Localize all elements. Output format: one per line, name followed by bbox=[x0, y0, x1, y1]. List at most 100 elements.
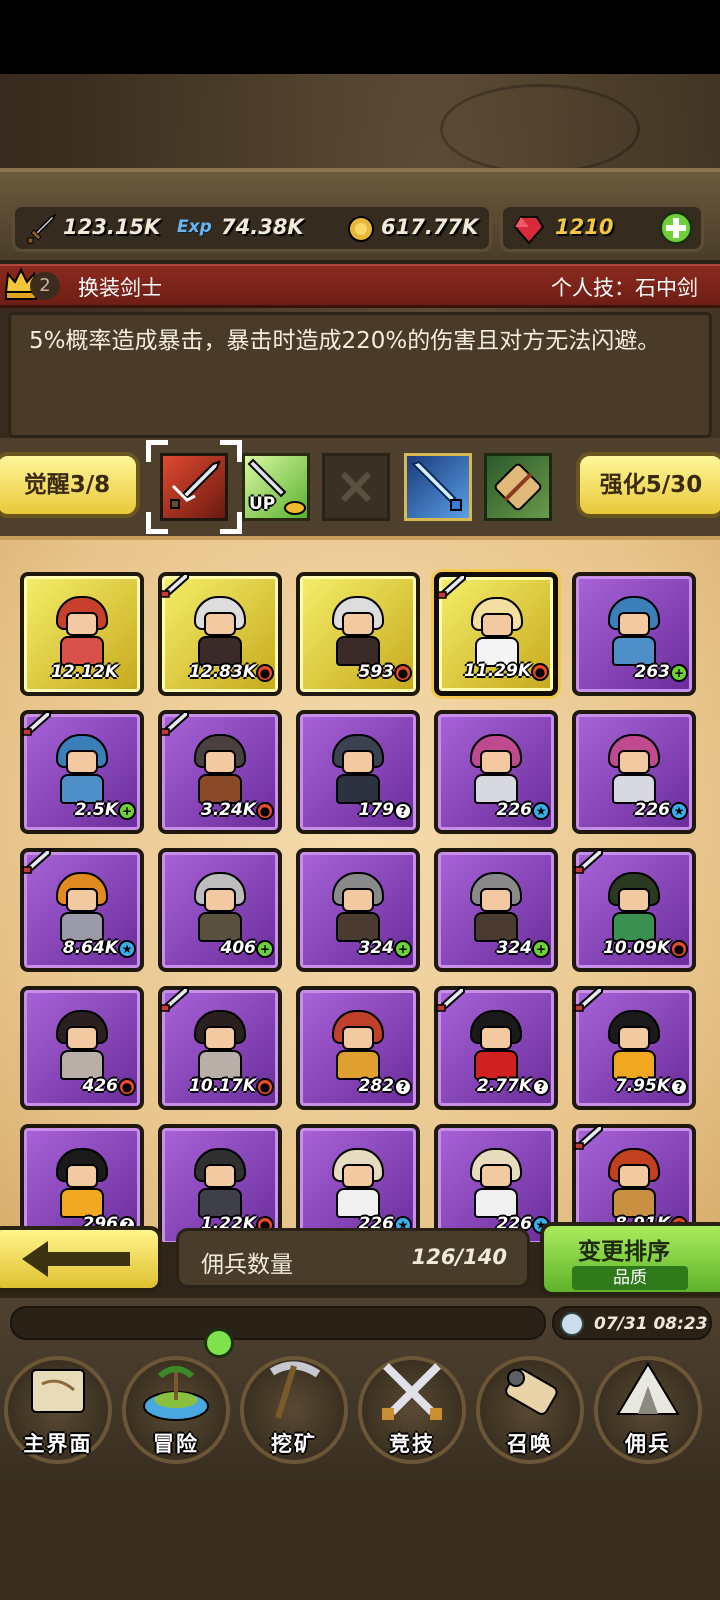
skill-description: 5%概率造成暴击，暴击时造成220%的伤害且对方无法闪避。 bbox=[29, 328, 661, 354]
mercenary-sprite bbox=[52, 596, 112, 668]
status-badge-icon: ● bbox=[256, 802, 274, 820]
nav-island[interactable]: 冒险 bbox=[120, 1350, 232, 1468]
mercenary-card[interactable]: 426 ● bbox=[20, 986, 144, 1110]
mercenary-card[interactable]: 296? bbox=[20, 1124, 144, 1242]
status-badge-icon: + bbox=[532, 940, 550, 958]
status-badge-icon: ● bbox=[256, 1078, 274, 1096]
back-button[interactable] bbox=[0, 1226, 162, 1292]
mercenary-sprite bbox=[52, 872, 112, 944]
status-bar-area bbox=[0, 0, 720, 74]
skill-description-box: 5%概率造成暴击，暴击时造成220%的伤害且对方无法闪避。 bbox=[8, 312, 712, 438]
mercenary-sprite bbox=[604, 1148, 664, 1220]
mercenary-card[interactable]: 226 ★ bbox=[572, 710, 696, 834]
equipped-sword-icon bbox=[437, 574, 466, 599]
mercenary-power: 226 bbox=[496, 800, 533, 820]
mercenary-power: 263 bbox=[634, 662, 671, 682]
scroll-icon bbox=[494, 463, 542, 511]
crossed-swords-icon bbox=[382, 1363, 442, 1420]
mercenary-card[interactable]: 1.22K ● bbox=[158, 1124, 282, 1242]
mercenary-power: 179 bbox=[358, 800, 395, 820]
mercenary-sprite bbox=[52, 734, 112, 806]
mercenary-count-label: 佣兵数量 bbox=[201, 1252, 293, 1278]
status-badge-icon: ★ bbox=[532, 802, 550, 820]
mercenary-sprite bbox=[52, 1010, 112, 1082]
mercenary-card[interactable]: 7.95K? bbox=[572, 986, 696, 1110]
status-badge-icon: ● bbox=[531, 663, 549, 681]
clock-time: 07/31 08:23 bbox=[594, 1314, 708, 1334]
mercenary-sprite bbox=[466, 1148, 526, 1220]
nav-crossed-swords[interactable]: 竞技 bbox=[356, 1350, 468, 1468]
nav-map-scroll[interactable]: 主界面 bbox=[2, 1350, 114, 1468]
mercenary-sprite bbox=[604, 872, 664, 944]
mercenary-card[interactable]: 593 ● bbox=[296, 572, 420, 696]
equipped-sword-icon bbox=[160, 711, 189, 736]
nav-tent[interactable]: 佣兵 bbox=[592, 1350, 704, 1468]
mercenary-card[interactable]: 263 + bbox=[572, 572, 696, 696]
equipped-sword-icon bbox=[574, 849, 603, 874]
sort-button-label: 变更排序 bbox=[578, 1239, 670, 1265]
nav-pickaxe[interactable]: 挖矿 bbox=[238, 1350, 350, 1468]
mercenary-card[interactable]: 226 ★ bbox=[434, 710, 558, 834]
mercenary-card[interactable]: 3.24K ● bbox=[158, 710, 282, 834]
mercenary-sprite bbox=[466, 1010, 526, 1082]
mercenary-card[interactable]: 324 + bbox=[434, 848, 558, 972]
mercenary-sprite bbox=[604, 1010, 664, 1082]
mercenary-card[interactable]: 10.09K ● bbox=[572, 848, 696, 972]
mercenary-card[interactable]: 2.77K? bbox=[434, 986, 558, 1110]
gem-value: 1210 bbox=[555, 215, 614, 239]
mercenary-power: 10.09K bbox=[603, 938, 670, 958]
mercenary-sprite bbox=[604, 734, 664, 806]
enhance-button[interactable]: 强化5/30 bbox=[576, 452, 720, 518]
equipped-sword-icon bbox=[160, 987, 189, 1012]
status-badge-icon: + bbox=[118, 802, 136, 820]
awaken-button[interactable]: 觉醒3/8 bbox=[0, 452, 140, 518]
mercenary-sprite bbox=[328, 1010, 388, 1082]
back-arrow-icon bbox=[22, 1241, 130, 1277]
status-badge-icon: ● bbox=[670, 940, 688, 958]
nav-label: 冒险 bbox=[153, 1432, 199, 1456]
mercenary-card[interactable]: 324 + bbox=[296, 848, 420, 972]
mercenary-power: 226 bbox=[634, 800, 671, 820]
add-gems-button[interactable] bbox=[659, 211, 693, 245]
mercenary-card[interactable]: 226 ★ bbox=[434, 1124, 558, 1242]
equip-slot-upgrade[interactable]: UP bbox=[242, 453, 310, 521]
mercenary-card[interactable]: 2.5K + bbox=[20, 710, 144, 834]
equipped-sword-icon bbox=[160, 573, 189, 598]
mercenary-card[interactable]: 12.83K ● bbox=[158, 572, 282, 696]
equip-slot-scroll[interactable] bbox=[484, 453, 552, 521]
mercenary-card[interactable]: 8.64K ★ bbox=[20, 848, 144, 972]
exp-label: Exp bbox=[177, 217, 212, 237]
summon-scroll-icon bbox=[505, 1368, 558, 1415]
island-icon bbox=[143, 1366, 209, 1421]
mercenary-card[interactable]: 10.17K ● bbox=[158, 986, 282, 1110]
gold-value: 617.77K bbox=[381, 215, 479, 239]
sort-button[interactable]: 变更排序 品质 bbox=[540, 1222, 720, 1296]
mercenary-sprite bbox=[190, 1148, 250, 1220]
mercenary-card[interactable]: 226 ★ bbox=[296, 1124, 420, 1242]
unit-name: 换装剑士 bbox=[78, 276, 162, 300]
mercenary-card[interactable]: 11.29K ● bbox=[434, 572, 558, 696]
unknown-status-icon: ? bbox=[394, 802, 412, 820]
status-badge-icon: + bbox=[670, 664, 688, 682]
ruby-icon bbox=[513, 216, 545, 245]
message-bar[interactable] bbox=[10, 1306, 546, 1340]
personal-skill: 个人技：石中剑 bbox=[551, 276, 698, 300]
equip-slot-empty[interactable] bbox=[322, 453, 390, 521]
unit-level: 2 bbox=[30, 272, 60, 300]
equipped-sword-icon bbox=[574, 987, 603, 1012]
mercenary-power: 7.95K bbox=[614, 1076, 670, 1096]
mercenary-card[interactable]: 179? bbox=[296, 710, 420, 834]
mercenary-power: 324 bbox=[496, 938, 533, 958]
mercenary-card[interactable]: 12.12K bbox=[20, 572, 144, 696]
mercenary-card[interactable]: 282? bbox=[296, 986, 420, 1110]
empty-x-icon bbox=[340, 471, 372, 503]
nav-label: 竞技 bbox=[389, 1432, 435, 1456]
equip-slot-blade[interactable] bbox=[404, 453, 472, 521]
mercenary-card[interactable]: 406 + bbox=[158, 848, 282, 972]
mercenary-sprite bbox=[190, 596, 250, 668]
nav-summon-scroll[interactable]: 召唤 bbox=[474, 1350, 586, 1468]
sword-icon bbox=[27, 213, 57, 244]
mercenary-sprite bbox=[328, 734, 388, 806]
adventure-notification-dot bbox=[204, 1328, 234, 1358]
map-scroll-icon bbox=[31, 1369, 85, 1413]
